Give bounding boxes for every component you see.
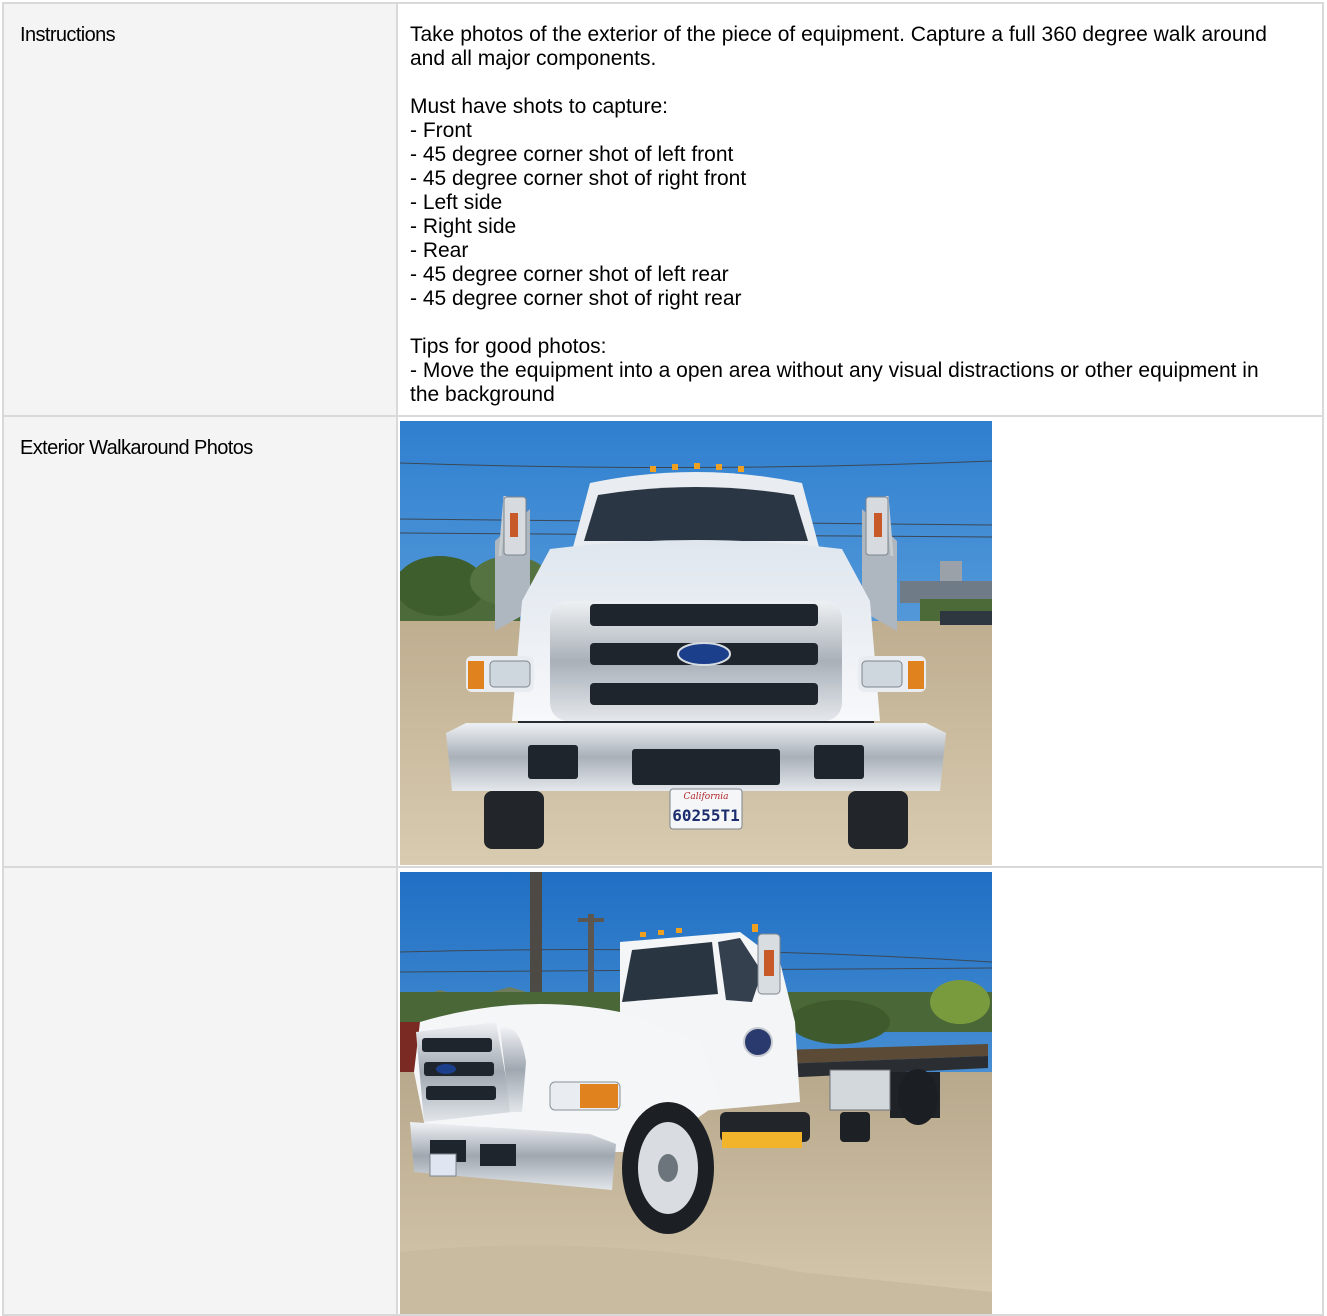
- inspection-table: Instructions Take photos of the exterior…: [2, 2, 1324, 1316]
- truck-corner-photo[interactable]: [400, 872, 992, 1314]
- plate-number: 60255T1: [672, 806, 739, 825]
- value-cell: [396, 866, 1324, 1316]
- table-row-photo-2: [2, 866, 1324, 1316]
- label-cell: Exterior Walkaround Photos: [2, 415, 398, 868]
- table-row-instructions: Instructions Take photos of the exterior…: [2, 2, 1324, 417]
- plate-state: California: [683, 792, 728, 802]
- table-row-exterior-photos: Exterior Walkaround Photos California 60…: [2, 415, 1324, 868]
- photo-container: California 60255T1: [398, 417, 1322, 866]
- row-label-exterior-photos: Exterior Walkaround Photos: [20, 437, 253, 459]
- label-cell: Instructions: [2, 2, 398, 417]
- instructions-text: Take photos of the exterior of the piece…: [410, 23, 1267, 406]
- value-cell: Take photos of the exterior of the piece…: [396, 2, 1324, 417]
- photo-container: [398, 868, 1322, 1314]
- row-label-empty: [4, 868, 396, 911]
- row-label-instructions: Instructions: [20, 24, 116, 46]
- truck-front-photo[interactable]: California 60255T1: [400, 421, 992, 865]
- label-cell: [2, 866, 398, 1316]
- value-cell: California 60255T1: [396, 415, 1324, 868]
